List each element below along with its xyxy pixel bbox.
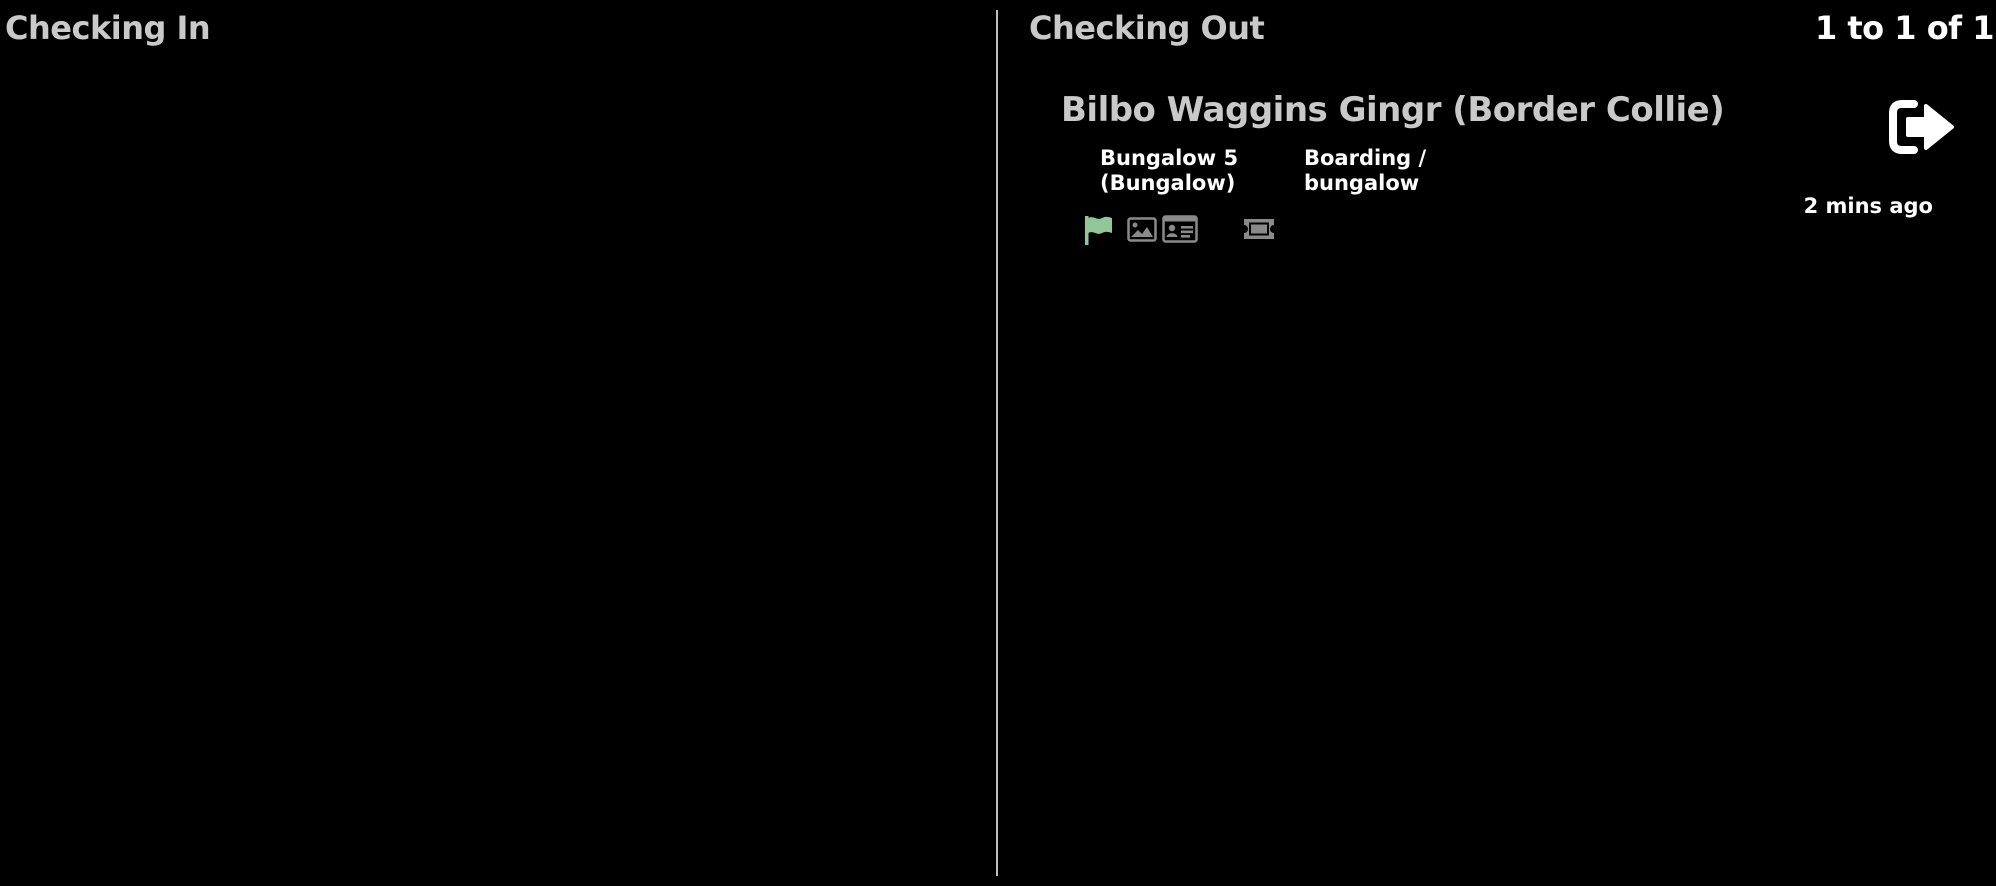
service-type-field: Boarding / bungalow (1304, 146, 1464, 196)
column-divider (996, 10, 998, 876)
flag-icon[interactable] (1082, 214, 1114, 246)
checking-out-heading: Checking Out (1029, 9, 1265, 47)
image-icon[interactable] (1127, 217, 1157, 242)
id-card-icon[interactable] (1162, 215, 1198, 243)
dashboard-screen: Checking In Checking Out 1 to 1 of 1 Bil… (0, 0, 1996, 886)
checkout-card[interactable]: Bilbo Waggins Gingr (Border Collie) Bung… (1030, 86, 1974, 256)
pet-name[interactable]: Bilbo Waggins Gingr (Border Collie) (1061, 90, 1725, 130)
location-line-2: (Bungalow) (1100, 171, 1236, 195)
time-ago: 2 mins ago (1803, 194, 1933, 218)
service-type-line-2: bungalow (1304, 171, 1420, 195)
service-type-line-1: Boarding / (1304, 146, 1427, 170)
sign-out-icon[interactable] (1888, 98, 1958, 156)
ticket-icon[interactable] (1241, 217, 1277, 241)
checking-in-heading: Checking In (5, 9, 211, 47)
pager-count: 1 to 1 of 1 (1814, 9, 1995, 47)
location-field: Bungalow 5 (Bungalow) (1100, 146, 1260, 196)
location-line-1: Bungalow 5 (1100, 146, 1239, 170)
